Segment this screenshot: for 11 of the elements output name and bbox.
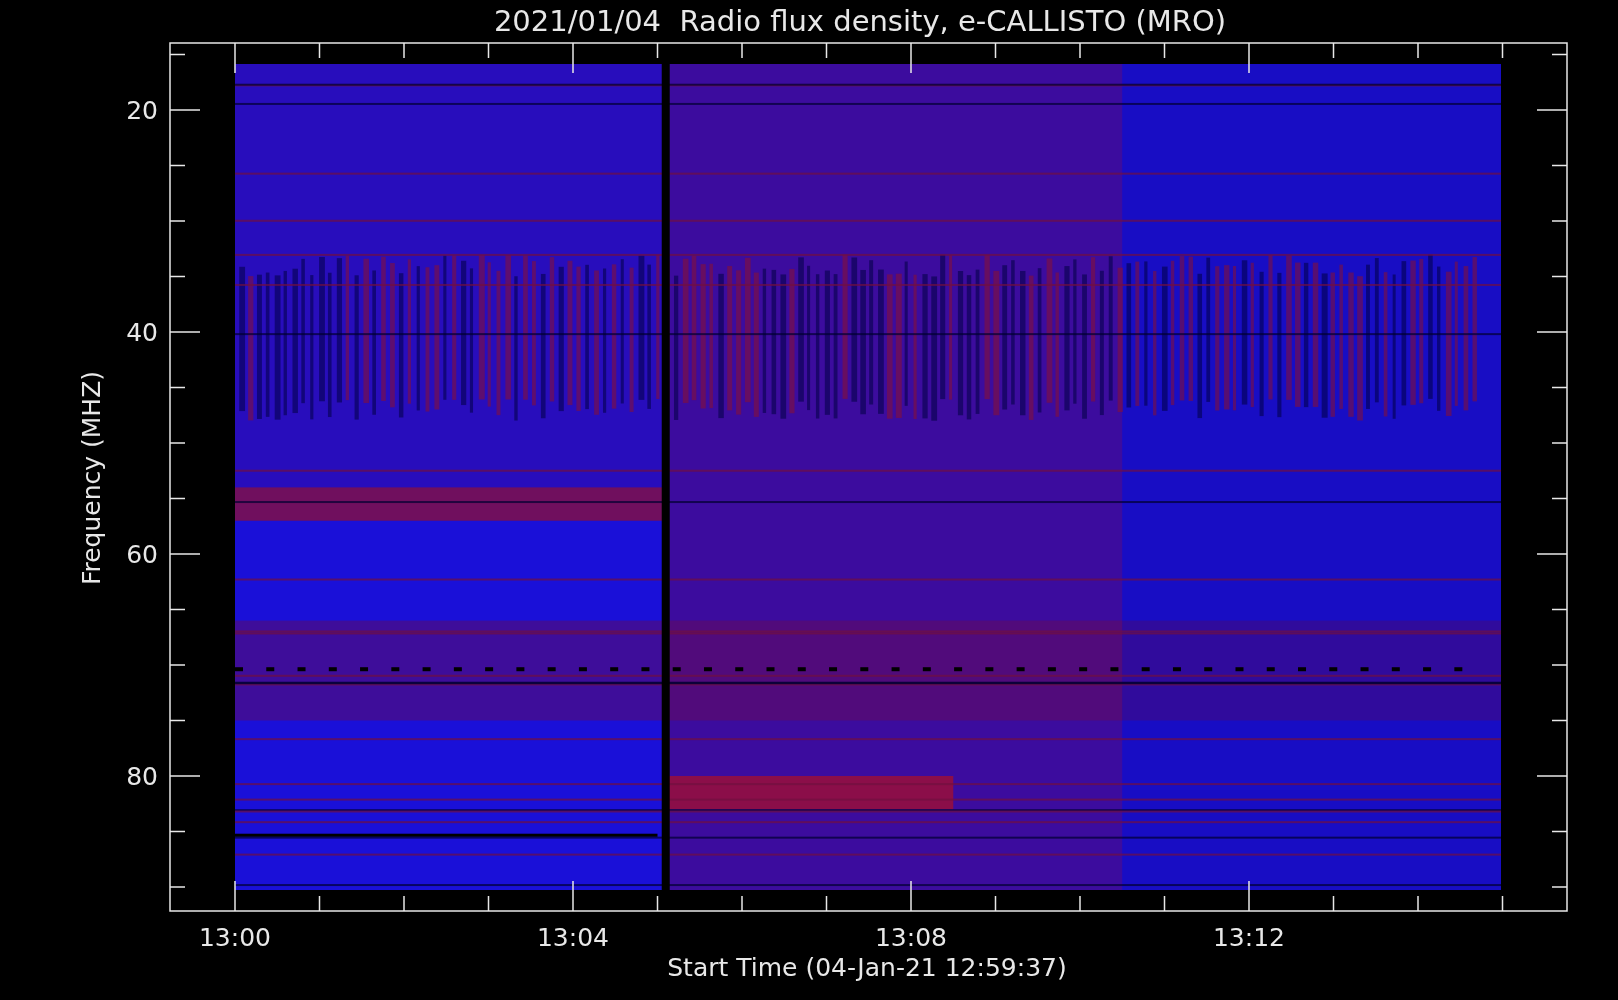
y-axis-title: Frequency (MHZ) xyxy=(77,370,106,586)
y-axis-label: 60 xyxy=(126,540,158,569)
y-axis-label: 80 xyxy=(126,762,158,791)
y-axis-label: 20 xyxy=(126,96,158,125)
x-axis-label: 13:04 xyxy=(537,923,609,952)
y-axis-label: 40 xyxy=(126,318,158,347)
x-axis-label: 13:08 xyxy=(875,923,947,952)
chart-title: 2021/01/04 Radio flux density, e-CALLISTO (MRO) xyxy=(493,4,1227,38)
x-axis-title: Start Time (04-Jan-21 12:59:37) xyxy=(667,953,1067,982)
x-axis-label: 13:12 xyxy=(1213,923,1285,952)
x-axis-label: 13:00 xyxy=(199,923,271,952)
